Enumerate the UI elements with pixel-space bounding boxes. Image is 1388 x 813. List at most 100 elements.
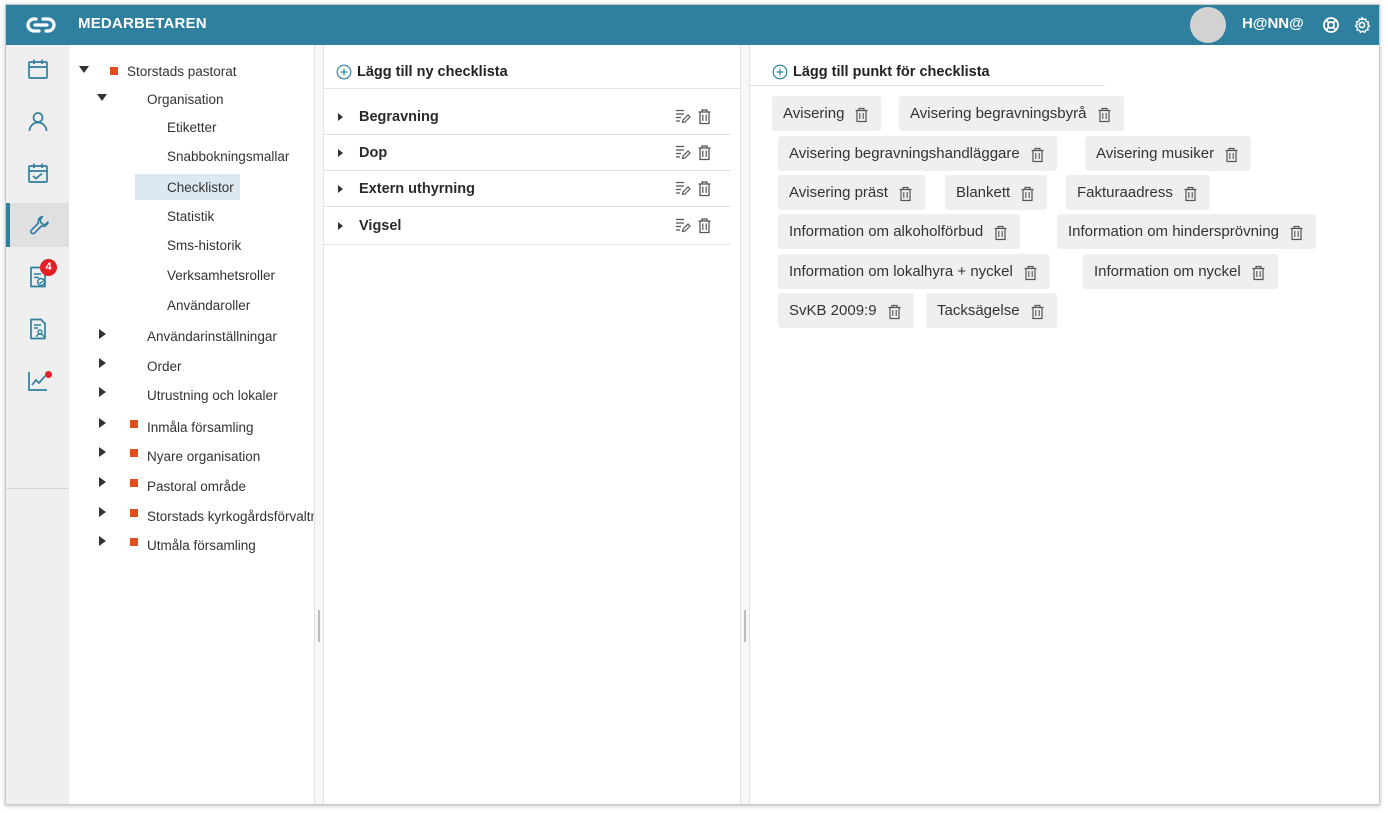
rail-tasks[interactable]: 4 [6, 255, 69, 299]
tree-toggle-inmala[interactable] [99, 418, 106, 428]
tree-node-order[interactable]: Order [147, 353, 182, 379]
checklist-item-chip[interactable]: Fakturaadress [1066, 175, 1210, 210]
checklist-item-chip[interactable]: Blankett [945, 175, 1048, 210]
checklist-item-chip[interactable]: Tacksägelse [926, 293, 1057, 328]
checklist-row[interactable]: Vigsel [324, 207, 731, 245]
trash-icon[interactable] [854, 107, 869, 123]
trash-icon[interactable] [696, 217, 713, 234]
checklist-item-chip[interactable]: Avisering musiker [1085, 136, 1252, 171]
tree-toggle-utmala[interactable] [99, 536, 106, 546]
trash-icon[interactable] [1224, 147, 1239, 163]
rail-reports[interactable] [6, 307, 69, 351]
splitter-grip[interactable] [744, 610, 746, 642]
tree-node-utmala[interactable]: Utmåla församling [147, 532, 256, 558]
tree-toggle-nyare[interactable] [99, 447, 106, 457]
tree-node-verksamhetsroller[interactable]: Verksamhetsroller [167, 262, 275, 288]
tree-toggle-pastoral[interactable] [99, 477, 106, 487]
edit-icon[interactable] [674, 144, 691, 161]
checklist-item-chip[interactable]: Avisering präst [778, 175, 925, 210]
tree-node-organisation[interactable]: Organisation [147, 86, 224, 112]
trash-icon[interactable] [696, 108, 713, 125]
item-label: Fakturaadress [1077, 184, 1173, 201]
item-label: Blankett [956, 184, 1011, 201]
checklist-row[interactable]: Dop [324, 135, 731, 171]
tree-node-nyare[interactable]: Nyare organisation [147, 443, 260, 469]
tree-toggle-anvandarinstallningar[interactable] [99, 329, 106, 339]
settings-tree: Storstads pastorat Organisation Etikette… [69, 45, 314, 804]
rail-booking[interactable] [6, 151, 69, 195]
user-avatar[interactable] [1190, 7, 1226, 43]
tree-node-inmala[interactable]: Inmåla församling [147, 414, 254, 440]
tree-node-snabbokningsmallar[interactable]: Snabbokningsmallar [167, 143, 289, 169]
expand-caret-icon[interactable] [338, 112, 343, 121]
tree-node-pastoral[interactable]: Pastoral område [147, 473, 246, 499]
trash-icon[interactable] [1023, 265, 1038, 281]
checklist-row[interactable]: Begravning [324, 99, 731, 135]
unit-square-icon [110, 67, 118, 75]
rail-person[interactable] [6, 99, 69, 143]
tree-node-anvandaroller[interactable]: Användaroller [167, 292, 250, 318]
rail-admin[interactable] [6, 203, 69, 247]
trash-icon[interactable] [887, 304, 902, 320]
calendar-check-icon [27, 163, 48, 183]
expand-caret-icon[interactable] [338, 148, 343, 157]
checklist-item-chip[interactable]: Avisering [772, 96, 882, 131]
document-person-icon [29, 318, 46, 340]
trash-icon[interactable] [898, 186, 913, 202]
checklist-item-chip[interactable]: Avisering begravningsbyrå [899, 96, 1124, 131]
app-logo-icon[interactable] [24, 11, 58, 39]
edit-icon[interactable] [674, 108, 691, 125]
tree-node-statistik[interactable]: Statistik [167, 203, 214, 229]
tree-node-checklistor[interactable]: Checklistor [167, 174, 234, 200]
checklist-row[interactable]: Extern uthyrning [324, 171, 731, 207]
edit-icon[interactable] [674, 217, 691, 234]
trash-icon[interactable] [696, 180, 713, 197]
expand-caret-icon[interactable] [338, 221, 343, 230]
add-checklist-button[interactable]: Lägg till ny checklista [336, 57, 508, 87]
checklist-item-chip[interactable]: Information om alkoholförbud [778, 214, 1021, 249]
checklist-item-chip[interactable]: Information om nyckel [1083, 254, 1278, 289]
app-title: MEDARBETAREN [78, 15, 207, 32]
help-lifebuoy-icon[interactable] [1322, 16, 1340, 34]
user-name[interactable]: H@NN@ [1242, 15, 1304, 32]
trash-icon[interactable] [993, 225, 1008, 241]
checklist-splitter[interactable] [740, 45, 750, 804]
tree-toggle-utrustning[interactable] [99, 387, 106, 397]
splitter-grip[interactable] [318, 610, 320, 642]
settings-gear-icon[interactable] [1353, 16, 1371, 34]
checklist-item-chip[interactable]: Information om lokalhyra + nyckel [778, 254, 1050, 289]
tasks-badge: 4 [40, 259, 57, 276]
tree-toggle-root[interactable] [79, 66, 89, 73]
rail-calendar[interactable] [6, 47, 69, 91]
trash-icon[interactable] [696, 144, 713, 161]
tree-toggle-kyrkogard[interactable] [99, 507, 106, 517]
trash-icon[interactable] [1097, 107, 1112, 123]
item-label: Avisering begravningshandläggare [789, 145, 1020, 162]
tree-node-root[interactable]: Storstads pastorat [127, 58, 237, 84]
expand-caret-icon[interactable] [338, 184, 343, 193]
trash-icon[interactable] [1030, 147, 1045, 163]
trash-icon[interactable] [1030, 304, 1045, 320]
checklist-item-chip[interactable]: Avisering begravningshandläggare [778, 136, 1057, 171]
trash-icon[interactable] [1183, 186, 1198, 202]
person-icon [28, 112, 47, 132]
item-label: Avisering [783, 105, 845, 122]
tree-node-anvandarinstallningar[interactable]: Användarinställningar [147, 323, 277, 349]
tree-toggle-order[interactable] [99, 358, 106, 368]
trash-icon[interactable] [1020, 186, 1035, 202]
calendar-icon [27, 59, 48, 79]
tree-toggle-organisation[interactable] [97, 94, 107, 101]
tree-node-kyrkogard[interactable]: Storstads kyrkogårdsförvaltning [147, 503, 314, 529]
checklist-item-chip[interactable]: Information om hindersprövning [1057, 214, 1316, 249]
add-item-button[interactable]: Lägg till punkt för checklista [772, 57, 990, 87]
trash-icon[interactable] [1251, 265, 1266, 281]
tree-node-sms-historik[interactable]: Sms-historik [167, 232, 241, 258]
tree-splitter[interactable] [314, 45, 324, 804]
tree-node-utrustning[interactable]: Utrustning och lokaler [147, 382, 278, 408]
trash-icon[interactable] [1289, 225, 1304, 241]
unit-square-icon [130, 420, 138, 428]
tree-node-etiketter[interactable]: Etiketter [167, 114, 217, 140]
checklist-item-chip[interactable]: SvKB 2009:9 [778, 293, 914, 328]
edit-icon[interactable] [674, 180, 691, 197]
rail-statistics[interactable] [6, 359, 69, 403]
